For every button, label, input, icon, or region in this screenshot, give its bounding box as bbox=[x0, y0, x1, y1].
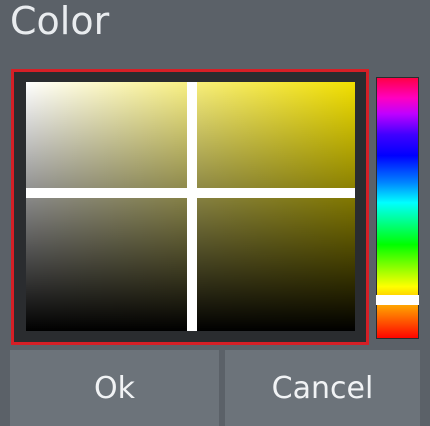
crosshair-horizontal[interactable] bbox=[26, 188, 355, 198]
color-dialog: Color Ok Cancel bbox=[0, 0, 430, 426]
saturation-value-square[interactable] bbox=[26, 82, 355, 331]
hue-slider-marker[interactable] bbox=[376, 295, 419, 305]
saturation-value-picker[interactable] bbox=[11, 69, 369, 345]
ok-button[interactable]: Ok bbox=[10, 350, 219, 426]
dialog-title: Color bbox=[10, 0, 110, 43]
cancel-button[interactable]: Cancel bbox=[225, 350, 420, 426]
crosshair-vertical[interactable] bbox=[187, 82, 197, 331]
